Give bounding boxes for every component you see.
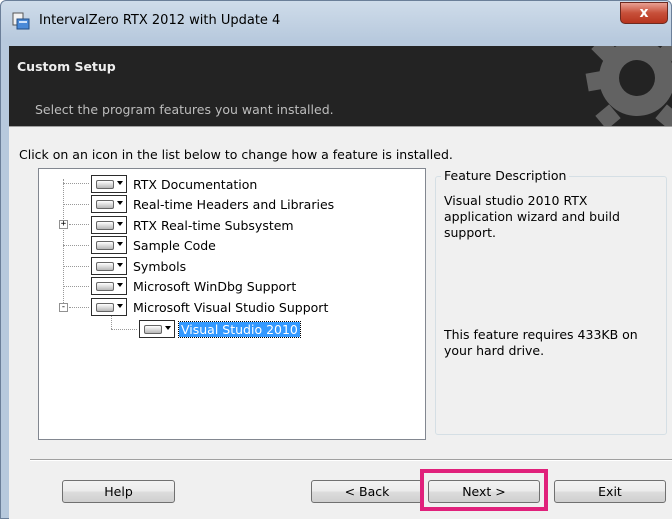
- install-state-dropdown[interactable]: [91, 195, 127, 213]
- banner-subtitle: Select the program features you want ins…: [35, 102, 334, 117]
- disk-requirement-text: This feature requires 433KB on your hard…: [444, 327, 638, 358]
- title-bar: IntervalZero RTX 2012 with Update 4 x: [1, 1, 671, 43]
- dropdown-arrow-icon: [117, 201, 123, 205]
- tree-item-selected: Visual Studio 2010: [139, 319, 301, 339]
- exit-button[interactable]: Exit: [554, 480, 666, 503]
- gear-icon: [585, 46, 672, 126]
- install-state-dropdown[interactable]: [139, 320, 175, 338]
- tree-line: [69, 224, 89, 225]
- tree-line: [63, 266, 89, 267]
- install-state-dropdown[interactable]: [91, 236, 127, 254]
- window-title: IntervalZero RTX 2012 with Update 4: [39, 13, 281, 28]
- install-state-dropdown[interactable]: [91, 175, 127, 193]
- feature-label[interactable]: Microsoft Visual Studio Support: [131, 300, 330, 315]
- tree-line: [111, 316, 112, 329]
- tree-line: [63, 286, 89, 287]
- tree-item: Sample Code: [91, 235, 218, 255]
- tree-item: Symbols: [91, 256, 188, 276]
- tree-line: [63, 183, 89, 184]
- tree-item: RTX Documentation: [91, 174, 259, 194]
- hard-drive-icon: [96, 303, 114, 312]
- separator-line: [30, 459, 672, 461]
- installer-app-icon: [12, 12, 30, 30]
- expand-toggle[interactable]: +: [59, 220, 68, 229]
- install-state-dropdown[interactable]: [91, 298, 127, 316]
- tree-line: [63, 204, 89, 205]
- dropdown-arrow-icon: [165, 326, 171, 330]
- hard-drive-icon: [96, 221, 114, 230]
- tree-line: [111, 329, 137, 330]
- feature-tree[interactable]: + - RTX Documentation Real-time Headers …: [38, 168, 426, 440]
- hard-drive-icon: [96, 180, 114, 189]
- tree-item: Microsoft WinDbg Support: [91, 276, 298, 296]
- install-state-dropdown[interactable]: [91, 216, 127, 234]
- next-button-highlight: [420, 469, 548, 511]
- tree-item: RTX Real-time Subsystem: [91, 215, 296, 235]
- dropdown-arrow-icon: [117, 181, 123, 185]
- install-state-dropdown[interactable]: [91, 257, 127, 275]
- feature-label[interactable]: RTX Documentation: [131, 177, 259, 192]
- instruction-text: Click on an icon in the list below to ch…: [19, 147, 453, 162]
- feature-label-selected[interactable]: Visual Studio 2010: [178, 320, 301, 338]
- feature-label[interactable]: Real-time Headers and Libraries: [131, 197, 336, 212]
- feature-description-text: Visual studio 2010 RTX application wizar…: [444, 193, 620, 240]
- hard-drive-icon: [96, 282, 114, 291]
- dropdown-arrow-icon: [117, 242, 123, 246]
- close-button[interactable]: x: [620, 2, 668, 24]
- feature-label[interactable]: RTX Real-time Subsystem: [131, 218, 296, 233]
- tree-item: Real-time Headers and Libraries: [91, 194, 336, 214]
- header-banner: Custom Setup Select the program features…: [9, 46, 672, 126]
- feature-label[interactable]: Symbols: [131, 259, 188, 274]
- back-button[interactable]: < Back: [311, 480, 423, 503]
- dropdown-arrow-icon: [117, 263, 123, 267]
- tree-line: [69, 307, 89, 308]
- dropdown-arrow-icon: [117, 222, 123, 226]
- hard-drive-icon: [96, 241, 114, 250]
- banner-title: Custom Setup: [17, 59, 116, 74]
- tree-item: Microsoft Visual Studio Support: [91, 297, 330, 317]
- feature-label[interactable]: Microsoft WinDbg Support: [131, 279, 298, 294]
- help-button[interactable]: Help: [62, 480, 175, 503]
- dropdown-arrow-icon: [117, 304, 123, 308]
- hard-drive-icon: [144, 325, 162, 334]
- tree-line: [63, 245, 89, 246]
- hard-drive-icon: [96, 200, 114, 209]
- feature-label[interactable]: Sample Code: [131, 238, 218, 253]
- install-state-dropdown[interactable]: [91, 277, 127, 295]
- hard-drive-icon: [96, 262, 114, 271]
- feature-description-legend: Feature Description: [441, 168, 570, 183]
- dropdown-arrow-icon: [117, 283, 123, 287]
- collapse-toggle[interactable]: -: [59, 303, 68, 312]
